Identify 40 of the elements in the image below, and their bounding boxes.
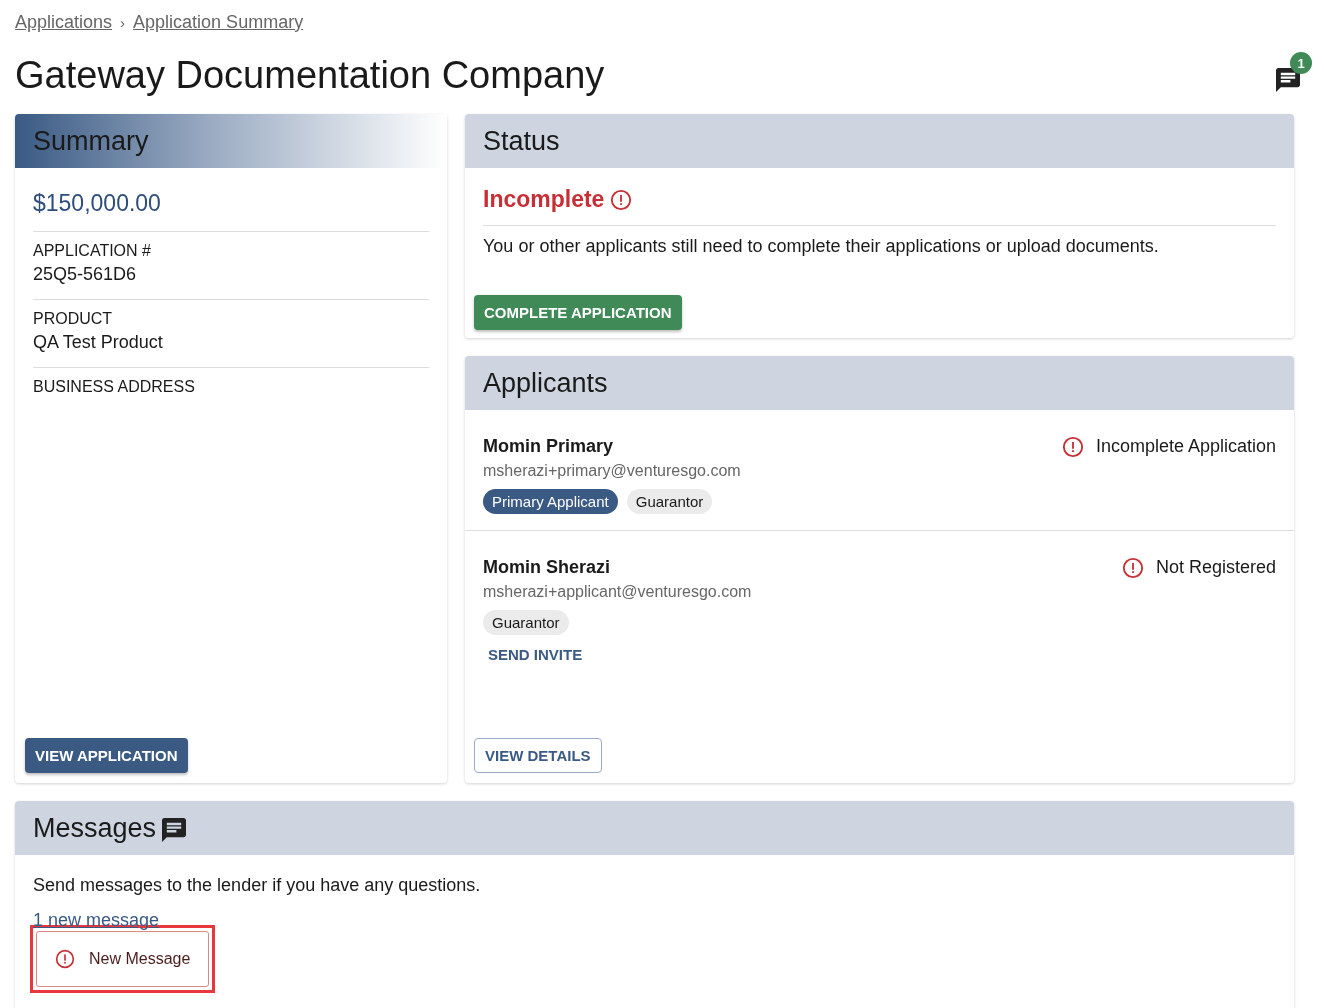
breadcrumb-link[interactable]: Application Summary bbox=[133, 11, 304, 33]
card-title: Summary bbox=[33, 125, 149, 157]
complete-application-button[interactable]: COMPLETE APPLICATION bbox=[474, 295, 682, 330]
card-title: Status bbox=[483, 125, 560, 157]
applicant-name: Momin Sherazi bbox=[483, 557, 612, 578]
field-value: QA Test Product bbox=[33, 332, 164, 353]
messages-description: Send messages to the lender if you have any questions. bbox=[33, 875, 482, 896]
chat-icon bbox=[1276, 68, 1300, 92]
card-title: Messages bbox=[33, 812, 157, 844]
messages-button[interactable]: 1 bbox=[1276, 52, 1314, 92]
field-value: 25Q5-561D6 bbox=[33, 264, 138, 285]
view-details-button[interactable]: VIEW DETAILS bbox=[474, 738, 602, 773]
breadcrumb-separator: › bbox=[120, 13, 126, 31]
applicant-email: msherazi+primary@venturesgo.com bbox=[483, 462, 741, 480]
alert-icon bbox=[610, 188, 633, 211]
role-tag: Primary Applicant bbox=[483, 489, 618, 514]
status-description: You or other applicants still need to complete their applications or upload documents. bbox=[483, 236, 1160, 257]
chat-icon bbox=[162, 818, 187, 842]
field-label: PRODUCT bbox=[33, 310, 114, 328]
alert-icon bbox=[1121, 557, 1144, 579]
view-application-button[interactable]: VIEW APPLICATION bbox=[25, 738, 188, 773]
card-title: Applicants bbox=[483, 367, 608, 399]
applicant-status: Incomplete Application bbox=[1095, 436, 1276, 457]
new-message-button[interactable]: New Message bbox=[36, 931, 210, 987]
send-invite-button[interactable]: SEND INVITE bbox=[483, 640, 588, 669]
notification-badge: 1 bbox=[1290, 52, 1312, 74]
loan-amount: $150,000.00 bbox=[33, 186, 429, 232]
applicant-status: Not Registered bbox=[1155, 557, 1276, 578]
role-tag: Guarantor bbox=[626, 489, 713, 514]
field-label: APPLICATION # bbox=[33, 242, 152, 260]
new-message-link[interactable]: 1 new message bbox=[33, 910, 160, 931]
alert-icon bbox=[1061, 436, 1084, 458]
page-title: Gateway Documentation Company bbox=[15, 53, 605, 97]
status-text: Incomplete bbox=[483, 186, 605, 213]
breadcrumb-link[interactable]: Applications bbox=[15, 11, 113, 33]
role-tag: Guarantor bbox=[483, 610, 569, 635]
applicant-email: msherazi+applicant@venturesgo.com bbox=[483, 583, 752, 601]
applicant-name: Momin Primary bbox=[483, 436, 615, 457]
field-label: BUSINESS ADDRESS bbox=[33, 378, 196, 396]
alert-icon bbox=[55, 949, 75, 969]
